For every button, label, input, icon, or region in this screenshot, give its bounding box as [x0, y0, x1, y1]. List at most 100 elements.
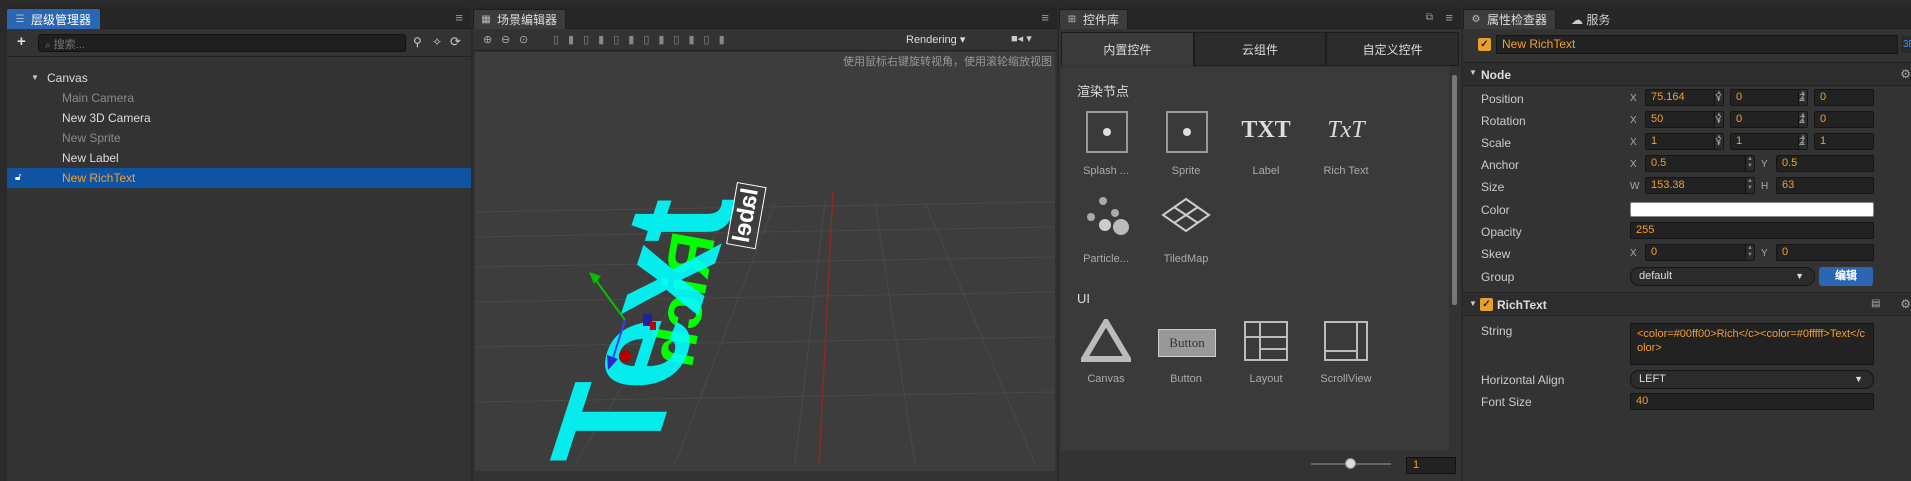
spinner-icon[interactable]: ▲ ▼ [1745, 245, 1754, 260]
item-sprite[interactable]: Sprite [1146, 107, 1226, 187]
tab-control-library[interactable]: ⊞ 控件库 [1059, 9, 1129, 29]
tab-hierarchy[interactable]: ☰ 层级管理器 [7, 9, 101, 29]
tab-builtin[interactable]: 内置控件 [1061, 32, 1194, 66]
settings-gear-icon[interactable]: ⚙ [1900, 297, 1911, 311]
anchor-x-input[interactable]: 0.5 ▲ ▼ [1645, 155, 1755, 172]
lock-icon[interactable]: 🔓︎ [15, 168, 21, 188]
item-tiledmap[interactable]: TiledMap [1146, 195, 1226, 275]
size-label: Size [1481, 180, 1505, 194]
tree-node-canvas[interactable]: ▼ Canvas [7, 68, 471, 88]
node-active-checkbox[interactable]: ✓ [1478, 38, 1491, 51]
scale-y-input[interactable]: 1 ▲ ▼ [1730, 133, 1808, 150]
tree-node[interactable]: Main Camera [7, 88, 471, 108]
scene-viewport[interactable]: Rich Text label 使用鼠标右键旋转视角，使用滚轮缩放视图 [475, 52, 1055, 471]
tree-node[interactable]: New 3D Camera [7, 108, 471, 128]
tree-node-selected[interactable]: 🔓︎ New RichText [7, 168, 471, 188]
zoom-reset-icon[interactable]: ⊙ [519, 33, 528, 46]
zoom-slider[interactable] [1311, 458, 1391, 469]
rotation-y-value: 0 [1736, 113, 1743, 125]
rotation-y-input[interactable]: 0 ▲ ▼ [1730, 111, 1808, 128]
mode-3d-toggle[interactable]: 3D [1901, 36, 1911, 53]
size-w-input[interactable]: 153.38 ▲ ▼ [1645, 177, 1755, 194]
richtext-icon: TxT [1327, 117, 1365, 143]
panel-menu-icon[interactable]: ≡ [455, 10, 463, 25]
rotation-x-input[interactable]: 50 ▲ ▼ [1645, 111, 1724, 128]
position-x-value: 75.164 [1651, 91, 1685, 103]
settings-gear-icon[interactable]: ⚙ [1900, 67, 1911, 81]
item-label: Layout [1249, 373, 1283, 385]
item-canvas[interactable]: Canvas [1066, 315, 1146, 395]
spinner-icon[interactable]: ▲ ▼ [1745, 178, 1754, 193]
opacity-label: Opacity [1481, 225, 1522, 239]
string-textarea[interactable]: <color=#00ff00>Rich</c><color=#0fffff>Te… [1630, 323, 1874, 365]
position-y-input[interactable]: 0 ▲ ▼ [1730, 89, 1808, 106]
size-h-input[interactable]: 63 [1776, 177, 1874, 194]
position-z-input[interactable]: 0 [1814, 89, 1874, 106]
zoom-slider-thumb[interactable] [1345, 458, 1356, 469]
node-name-input[interactable]: New RichText [1496, 35, 1898, 54]
position-x-input[interactable]: 75.164 ▲ ▼ [1645, 89, 1724, 106]
edit-group-button[interactable]: 编辑 [1819, 267, 1873, 286]
zoom-out-icon[interactable]: ⊖ [501, 33, 510, 46]
panel-menu-icon[interactable]: ≡ [1445, 10, 1453, 25]
search-input[interactable]: ⌕ 搜索... [38, 34, 406, 52]
popout-icon[interactable]: ⧉ [1426, 12, 1433, 23]
halign-select[interactable]: LEFT ▼ [1630, 370, 1874, 389]
zoom-in-icon[interactable]: ⊕ [483, 33, 492, 46]
item-label: Sprite [1171, 165, 1201, 177]
rotation-x-value: 50 [1651, 113, 1664, 125]
color-picker[interactable] [1630, 202, 1874, 217]
richtext-section-header[interactable]: ▼ ✓ RichText ▤ ⚙ [1463, 292, 1911, 316]
item-button[interactable]: Button Button [1146, 315, 1226, 395]
fontsize-label: Font Size [1481, 395, 1532, 409]
tab-cloud[interactable]: 云组件 [1193, 32, 1327, 66]
item-particle[interactable]: Particle... [1066, 195, 1146, 275]
opacity-input[interactable]: 255 [1630, 222, 1874, 239]
item-label: Particle... [1083, 253, 1129, 265]
node-section-title: Node [1481, 68, 1511, 82]
camera-icon[interactable]: ■◂ ▾ [1011, 32, 1032, 45]
collapse-arrow-icon[interactable]: ▼ [1469, 299, 1477, 308]
item-splash[interactable]: Splash ... [1066, 107, 1146, 187]
richtext-enabled-checkbox[interactable]: ✓ [1480, 298, 1493, 311]
skew-x-input[interactable]: 0 ▲ ▼ [1645, 244, 1755, 261]
group-select[interactable]: default ▼ [1630, 267, 1815, 286]
expand-arrow-icon[interactable]: ▼ [31, 68, 39, 88]
anchor-row: Anchor X 0.5 ▲ ▼ Y 0.5 [1463, 155, 1911, 177]
refresh-icon[interactable]: ⟳ [450, 34, 461, 50]
search-icon[interactable]: ⚲ [413, 35, 422, 49]
rotation-z-input[interactable]: 0 [1814, 111, 1874, 128]
fontsize-input[interactable]: 40 [1630, 393, 1874, 410]
item-label-control[interactable]: TXT Label [1226, 107, 1306, 187]
scale-z-input[interactable]: 1 [1814, 133, 1874, 150]
anchor-y-input[interactable]: 0.5 [1776, 155, 1874, 172]
library-scrollbar[interactable] [1452, 75, 1457, 305]
render-mode-select[interactable]: Rendering ▾ [906, 33, 965, 46]
node-section-header[interactable]: ▼ Node ⚙ [1463, 62, 1911, 86]
richtext-section-title: RichText [1497, 298, 1547, 312]
panel-menu-icon[interactable]: ≡ [1041, 10, 1049, 25]
transform-gizmo[interactable] [475, 52, 1055, 464]
align-tools-icon[interactable]: ▯▮▯▮▯▮▯▮▯▮▯▮ [553, 33, 734, 46]
tree-node[interactable]: New Label [7, 148, 471, 168]
collapse-arrow-icon[interactable]: ▼ [1469, 68, 1477, 77]
search-placeholder: 搜索... [53, 39, 85, 51]
item-scrollview[interactable]: ScrollView [1306, 315, 1386, 395]
item-layout[interactable]: Layout [1226, 315, 1306, 395]
zoom-input[interactable]: 1 [1406, 457, 1456, 474]
tab-service[interactable]: ☁︎ 服务 [1571, 11, 1610, 28]
book-icon[interactable]: ▤ [1871, 298, 1880, 309]
tree-node[interactable]: New Sprite [7, 128, 471, 148]
locate-icon[interactable]: ✧ [432, 35, 442, 49]
tab-scene[interactable]: ▦ 场景编辑器 [473, 9, 567, 29]
skew-y-input[interactable]: 0 [1776, 244, 1874, 261]
tab-custom[interactable]: 自定义控件 [1326, 32, 1460, 66]
dropdown-arrow-icon: ▼ [1854, 374, 1863, 384]
item-richtext[interactable]: TxT Rich Text [1306, 107, 1386, 187]
tab-inspector[interactable]: ⚙ 属性检查器 [1463, 9, 1557, 29]
scale-x-input[interactable]: 1 ▲ ▼ [1645, 133, 1724, 150]
add-node-icon[interactable]: + [17, 33, 26, 50]
spinner-icon[interactable]: ▲ ▼ [1745, 156, 1754, 171]
axis-x-label: X [1630, 248, 1637, 259]
color-row: Color [1463, 199, 1911, 221]
